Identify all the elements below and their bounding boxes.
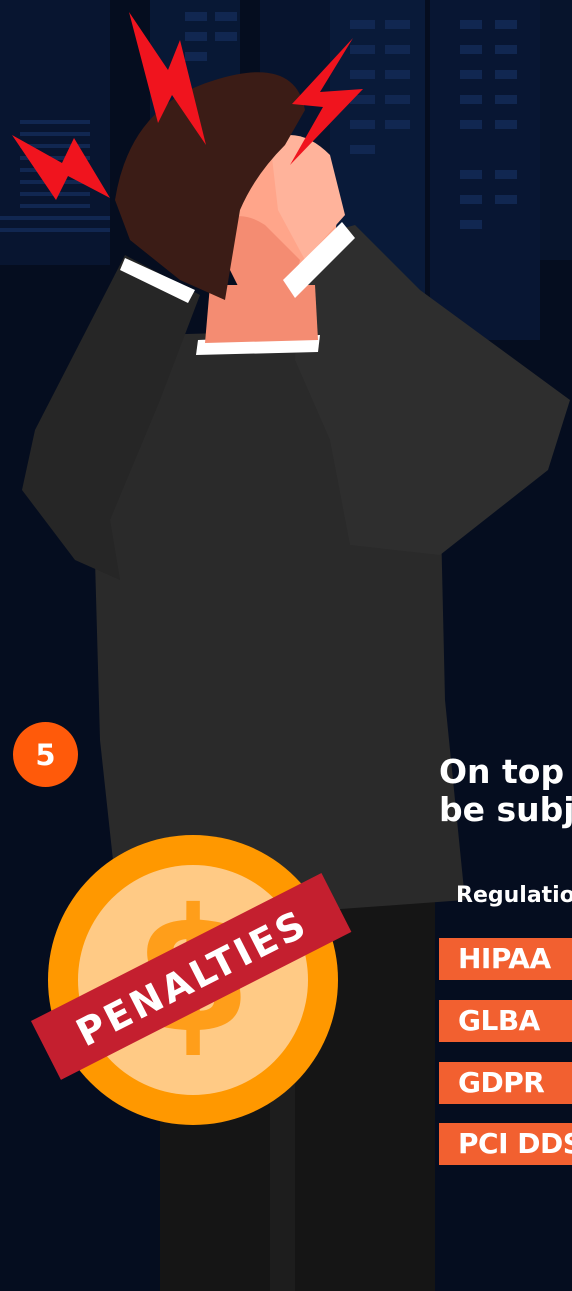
step-number-badge: 5 xyxy=(13,722,78,787)
penalties-stamp: PENALTIES xyxy=(69,901,315,1055)
infographic-panel: $ PENALTIES 5 On top be subj Regulatio H… xyxy=(0,0,572,1291)
headline: On top be subj xyxy=(439,753,572,829)
regulations-list: HIPAA GLBA GDPR PCI DDS xyxy=(439,938,572,1198)
regulations-label: Regulatio xyxy=(456,883,572,908)
headline-line-1: On top xyxy=(439,753,565,791)
headline-line-2: be subj xyxy=(439,790,572,829)
step-number: 5 xyxy=(35,737,56,772)
regulation-tag: GDPR xyxy=(439,1062,572,1104)
regulation-tag: PCI DDS xyxy=(439,1123,572,1165)
regulation-tag: HIPAA xyxy=(439,938,572,980)
regulation-tag: GLBA xyxy=(439,1000,572,1042)
